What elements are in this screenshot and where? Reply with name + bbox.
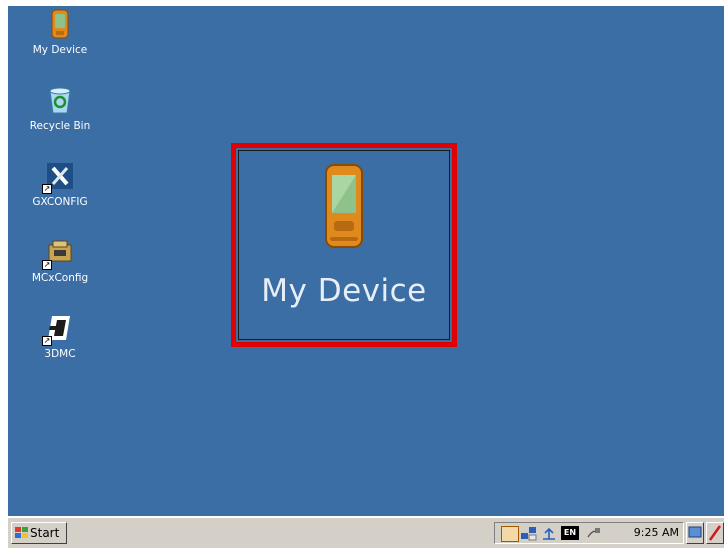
pda-device-icon: [312, 161, 376, 251]
recycle-bin-icon: [44, 84, 76, 116]
config-device-icon: ↗: [42, 236, 76, 270]
usb-icon[interactable]: [541, 526, 557, 540]
highlighted-desktop-icon-my-device[interactable]: My Device: [238, 150, 450, 340]
system-tray: EN 9:25 AM: [494, 522, 684, 544]
pda-device-icon: [44, 8, 76, 40]
pen-button[interactable]: [706, 522, 724, 544]
desktop-icon-my-device[interactable]: My Device: [20, 8, 100, 56]
language-icon[interactable]: EN: [561, 526, 579, 540]
pen-icon: [708, 525, 722, 541]
show-desktop-button[interactable]: [686, 522, 704, 544]
desktop-screen: My Device Recycle Bin ↗ GXCONFIG ↗ MCxCo…: [8, 6, 724, 548]
clock[interactable]: 9:25 AM: [634, 523, 679, 543]
taskbar: Start EN 9:25 AM: [8, 516, 724, 548]
language-badge: EN: [563, 528, 577, 537]
desktop-icon-label: My Device: [32, 44, 88, 56]
start-button[interactable]: Start: [11, 522, 67, 544]
desktop-icon-3dmc[interactable]: ↗ 3DMC: [20, 312, 100, 360]
desktop-icon-label: Recycle Bin: [29, 120, 91, 132]
desktop-icon-label: 3DMC: [44, 348, 76, 360]
shortcut-arrow-icon: ↗: [42, 260, 52, 270]
desktop-icon-recycle-bin[interactable]: Recycle Bin: [20, 84, 100, 132]
power-plug-icon[interactable]: [585, 526, 601, 540]
desktop-icon-gxconfig[interactable]: ↗ GXCONFIG: [20, 160, 100, 208]
tools-icon: ↗: [42, 160, 76, 194]
desktop-icon-label: MCxConfig: [31, 272, 89, 284]
highlight-box: My Device: [231, 143, 457, 347]
desktop-icon-mcxconfig[interactable]: ↗ MCxConfig: [20, 236, 100, 284]
desktop-icon-label: GXCONFIG: [32, 196, 88, 208]
3dmc-icon: ↗: [42, 312, 76, 346]
desktop-icon: [688, 526, 702, 538]
input-panel-icon[interactable]: [501, 526, 519, 542]
shortcut-arrow-icon: ↗: [42, 336, 52, 346]
network-icon[interactable]: [521, 526, 537, 541]
start-label: Start: [30, 526, 60, 540]
highlighted-icon-label: My Device: [261, 273, 427, 309]
windows-flag-icon: [15, 527, 28, 538]
shortcut-arrow-icon: ↗: [42, 184, 52, 194]
